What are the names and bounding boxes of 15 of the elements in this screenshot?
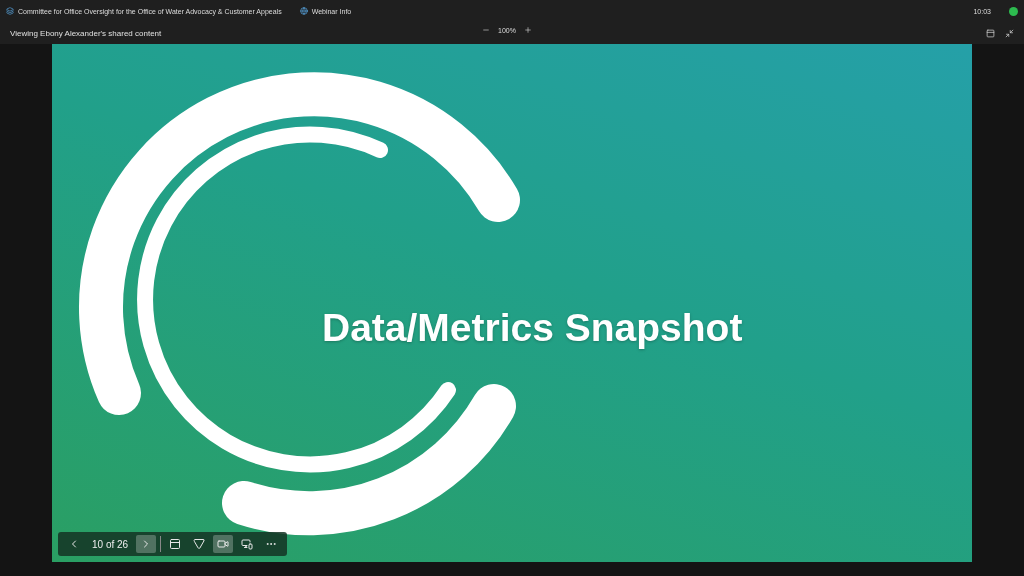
minimize-icon[interactable] xyxy=(1005,28,1014,38)
zoom-in-icon[interactable] xyxy=(523,26,532,34)
tool-button[interactable] xyxy=(213,535,234,553)
slide-title: Data/Metrics Snapshot xyxy=(322,306,743,350)
app-icon xyxy=(6,7,14,15)
next-button[interactable] xyxy=(136,535,157,553)
camera-icon xyxy=(217,538,230,550)
notes-icon xyxy=(169,538,182,550)
globe-icon xyxy=(299,7,308,15)
monitor-icon xyxy=(241,538,254,550)
viewing-label: Viewing Ebony Alexander's shared content xyxy=(10,28,162,38)
triangle-icon xyxy=(193,538,206,550)
status-dot xyxy=(1009,6,1018,16)
popout-icon[interactable] xyxy=(986,28,995,38)
slide-counter: 10 of 26 xyxy=(91,538,130,550)
